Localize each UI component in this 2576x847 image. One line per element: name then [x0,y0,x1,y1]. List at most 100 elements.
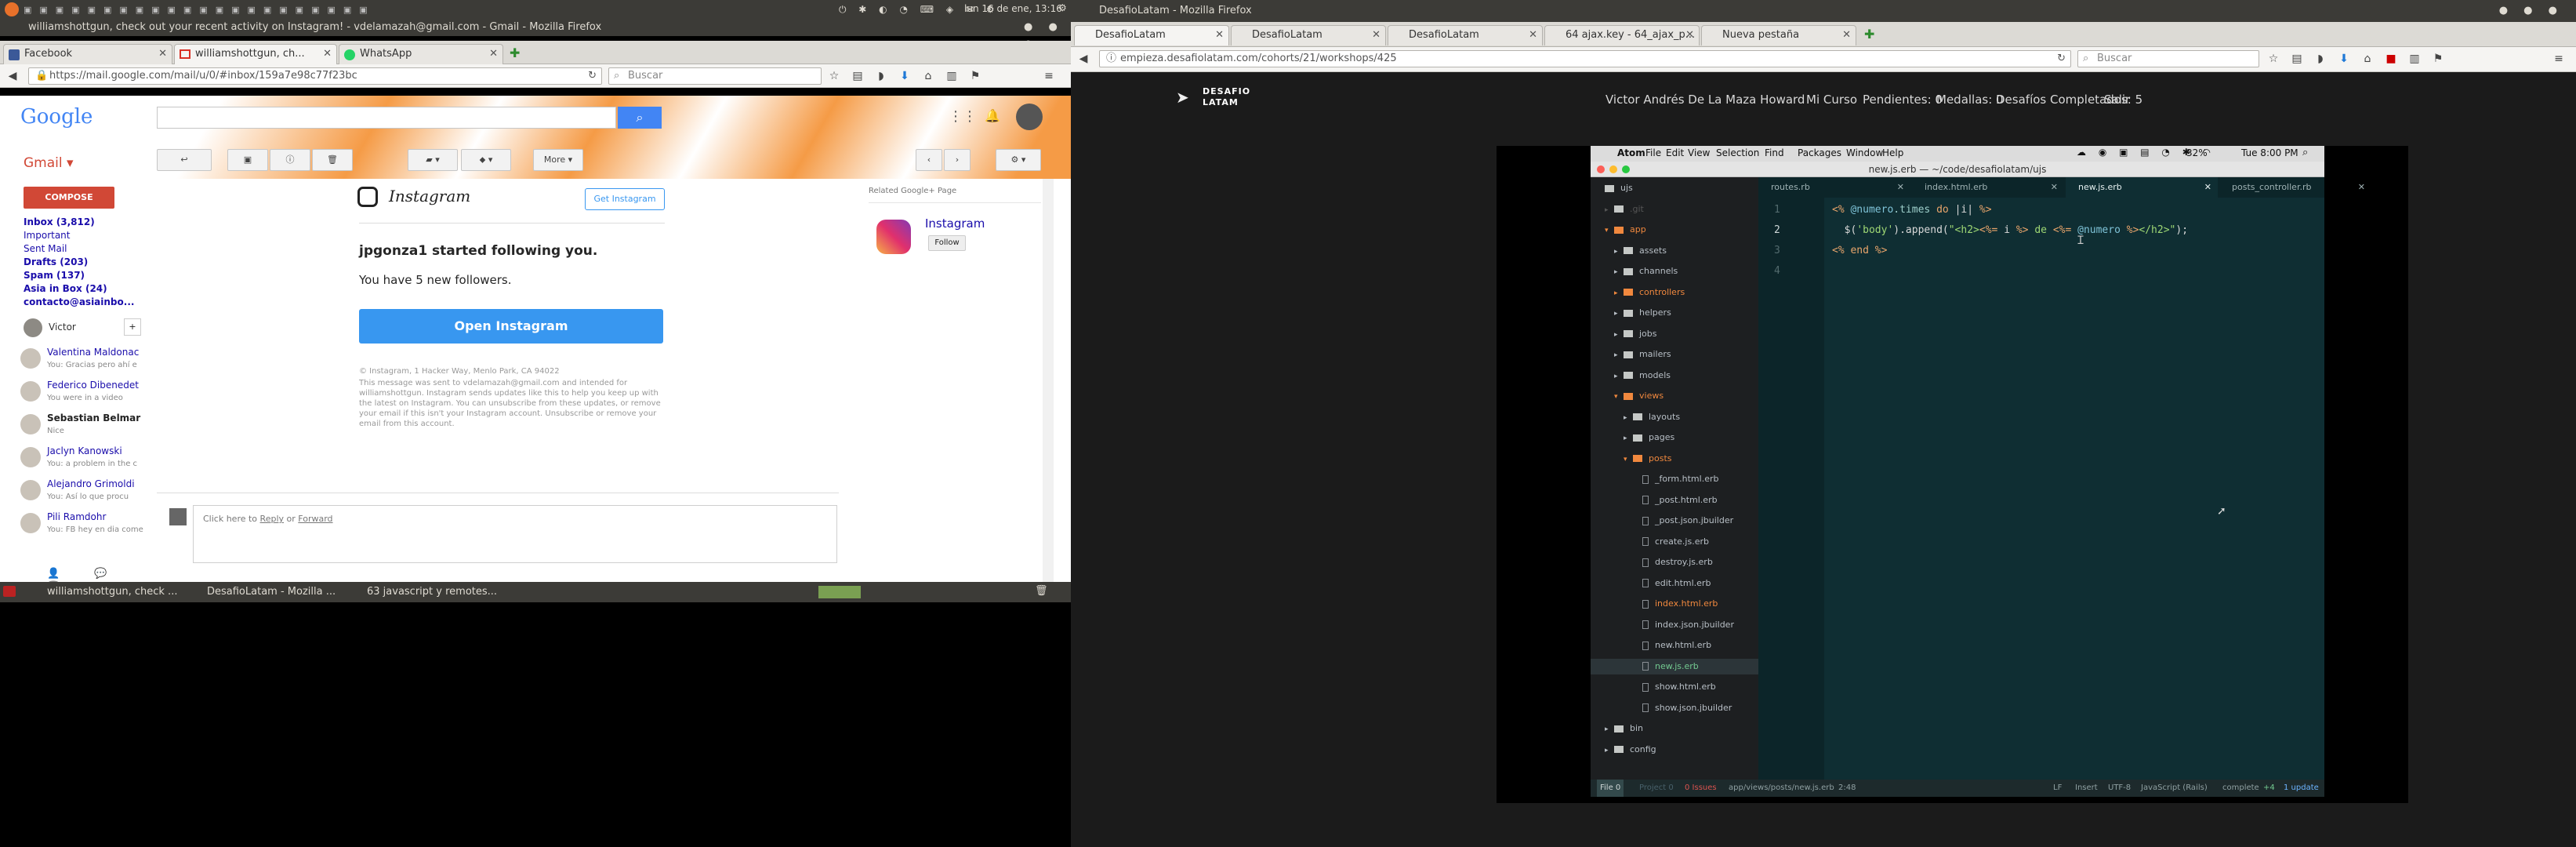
follow-button[interactable]: Follow [928,235,966,251]
add-chat-icon[interactable]: + [124,318,141,336]
google-logo[interactable]: Google [20,105,93,129]
close-tab-icon[interactable]: ✕ [489,45,498,64]
labels-button[interactable]: ⬥ ▾ [461,149,511,171]
close-window-dot[interactable] [1597,165,1605,173]
tree-folder[interactable]: ▸ assets [1591,243,1758,259]
extension-icon[interactable]: ⚑ [969,70,981,82]
notification-bell-icon[interactable]: 🔔 [985,108,1000,123]
sidebar-label[interactable]: Drafts (203) [24,256,88,267]
site-nav-item[interactable]: Mi Curso [1806,93,1857,107]
tree-folder[interactable]: ▾ app [1591,222,1758,238]
firefox-icon[interactable] [5,2,19,16]
site-nav-item[interactable]: Medallas: 0 [1936,93,2004,107]
search-bar[interactable]: ⌕ Buscar [608,67,822,85]
tree-file[interactable]: destroy.js.erb [1591,554,1758,570]
taskbar-item[interactable]: DesafioLatam - Mozilla ... [207,586,336,598]
extension-icon[interactable]: ⚑ [2432,53,2444,65]
atom-menu-item[interactable]: View [1688,147,1710,158]
back-icon[interactable]: ◀ [6,70,19,82]
related-name[interactable]: Instagram [925,216,985,231]
settings-button[interactable]: ⚙ ▾ [996,149,1041,171]
status-update[interactable]: 1 update [2284,780,2319,797]
tree-file[interactable]: _form.html.erb [1591,471,1758,487]
close-tab-icon[interactable]: ✕ [1685,26,1694,45]
tree-file[interactable]: create.js.erb [1591,534,1758,550]
tree-folder[interactable]: ▸ pages [1591,430,1758,445]
get-instagram-button[interactable]: Get Instagram [585,188,665,210]
tree-folder[interactable]: ▸ helpers [1591,305,1758,321]
close-tab-icon[interactable]: ✕ [2204,177,2211,198]
atom-menu-item[interactable]: Packages [1798,147,1841,158]
stop-icon[interactable]: ■ [2385,53,2397,65]
close-tab-icon[interactable]: ✕ [1529,26,1537,45]
tree-folder[interactable]: ▸ .git [1591,202,1758,217]
clipboard-icon[interactable]: ▤ [2291,53,2303,65]
download-icon[interactable]: ⬇ [898,70,911,82]
delete-button[interactable]: 🗑 [312,149,353,171]
code-line[interactable]: $('body').append("<h2><%= i %> de <%= @n… [1832,224,2188,236]
forward-link[interactable]: Forward [298,514,332,524]
editor-tab[interactable]: new.js.erb ✕ [2066,177,2218,198]
sidebar-label[interactable]: contacto@asiainbo... [24,296,134,307]
taskbar-item[interactable]: 63 javascript y remotes... [367,586,497,598]
atom-menu-item[interactable]: Window [1846,147,1883,158]
trash-icon[interactable]: 🗑 [1035,585,1048,597]
url-bar[interactable]: 🔒 https://mail.google.com/mail/u/0/#inbo… [28,67,602,85]
tab-facebook[interactable]: Facebook ✕ [3,44,172,64]
tree-folder[interactable]: ▸ controllers [1591,285,1758,300]
gmail-search-button[interactable]: ⌕ [618,107,662,129]
reply-box[interactable]: Click here to Reply or Forward [193,505,837,563]
open-instagram-button[interactable]: Open Instagram [359,309,663,344]
tree-folder[interactable]: ▸ config [1591,742,1758,758]
tree-folder[interactable]: ▾ views [1591,388,1758,404]
tree-folder[interactable]: ▸ channels [1591,264,1758,279]
atom-menu-item[interactable]: Help [1882,147,1903,158]
close-tab-icon[interactable]: ✕ [1372,26,1381,45]
bookmark-star-icon[interactable]: ☆ [828,70,840,82]
status-grammar[interactable]: JavaScript (Rails) [2141,780,2208,797]
status-eol[interactable]: LF [2053,780,2062,797]
sidebar-label[interactable]: Important [24,230,71,241]
atom-menu-item[interactable]: File [1645,147,1661,158]
taskbar-item[interactable]: williamshottgun, check ... [47,586,177,598]
menu-icon[interactable]: ≡ [2552,53,2565,65]
tree-file[interactable]: _post.json.jbuilder [1591,513,1758,529]
sidebar-label[interactable]: Sent Mail [24,243,67,254]
spotlight-icon[interactable]: ⌕ [2302,147,2308,158]
download-icon[interactable]: ⬇ [2338,53,2350,65]
reload-icon[interactable]: ↻ [2057,51,2066,67]
site-logo[interactable]: ➤ DESAFIO LATAM [1176,86,1262,110]
tab-gmail[interactable]: williamshottgun, ch... ✕ [174,44,337,64]
tab-desafiolatam-1[interactable]: DesafioLatam ✕ [1074,25,1229,45]
sidebar-label[interactable]: Asia in Box (24) [24,283,107,294]
back-to-inbox-button[interactable]: ↩ [157,149,212,171]
show-desktop-icon[interactable] [3,586,16,597]
atom-menu-item[interactable]: Selection [1716,147,1759,158]
close-tab-icon[interactable]: ✕ [1215,26,1224,45]
tree-file[interactable]: _post.html.erb [1591,493,1758,508]
status-cursor[interactable]: 2:48 [1838,780,1856,797]
archive-button[interactable]: ▣ [227,149,268,171]
close-tab-icon[interactable]: ✕ [323,45,332,64]
sidebar-label[interactable]: Spam (137) [24,270,85,281]
tab-ajax-key[interactable]: 64 ajax.key - 64_ajax_p... ✕ [1544,25,1700,45]
menu-icon[interactable]: ≡ [1043,70,1055,82]
chat-item[interactable]: Sebastian Belmar Nice [20,411,146,442]
pocket-icon[interactable]: ◗ [2314,53,2327,65]
chat-item[interactable]: Alejandro Grimoldi You: Así lo que procu [20,477,146,508]
search-bar[interactable]: ⌕ Buscar [2077,50,2259,67]
close-tab-icon[interactable]: ✕ [1842,26,1851,45]
editor-tab[interactable]: index.html.erb ✕ [1912,177,2064,198]
close-tab-icon[interactable]: ✕ [158,45,167,64]
tree-file[interactable]: edit.html.erb [1591,576,1758,591]
move-to-button[interactable]: ▰ ▾ [408,149,458,171]
new-tab-icon[interactable]: ✚ [510,45,520,60]
status-mode[interactable]: Insert [2075,780,2098,797]
status-issues[interactable]: 0 Issues [1685,780,1717,797]
status-project[interactable]: Project 0 [1639,780,1674,797]
report-spam-button[interactable]: ⓘ [270,149,310,171]
code-line[interactable]: <% @numero.times do |i| %> [1832,204,1992,216]
minimize-window-dot[interactable] [1609,165,1617,173]
reply-link[interactable]: Reply [260,514,284,524]
gmail-search-input[interactable] [157,107,616,129]
